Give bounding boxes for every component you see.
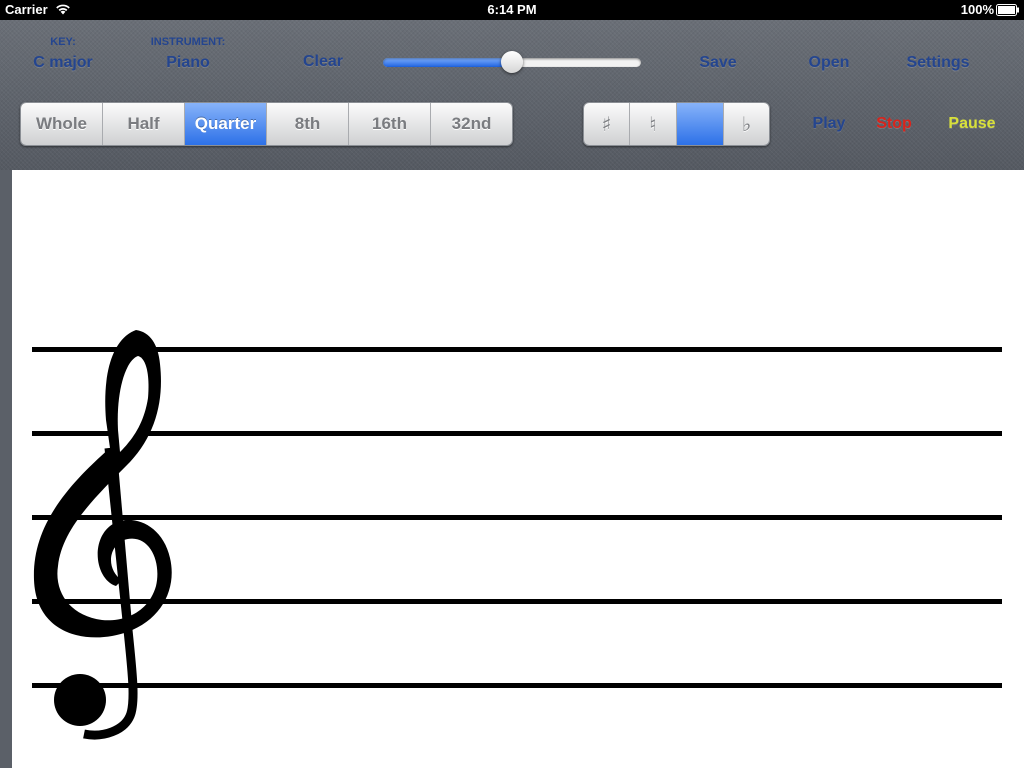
duration-whole[interactable]: Whole	[21, 103, 103, 145]
music-staff[interactable]	[12, 170, 1024, 768]
key-button[interactable]: C major	[33, 54, 93, 72]
treble-clef-icon	[33, 330, 172, 740]
natural-icon[interactable]: ♮	[630, 103, 677, 145]
clock: 6:14 PM	[487, 2, 537, 17]
open-button[interactable]: Open	[809, 54, 850, 72]
status-bar: Carrier 6:14 PM 100%	[0, 0, 1024, 20]
save-button[interactable]: Save	[699, 54, 736, 72]
toolbar: KEY: C major INSTRUMENT: Piano Clear Sav…	[0, 20, 1024, 170]
duration-8th[interactable]: 8th	[267, 103, 349, 145]
volume-slider-fill	[383, 58, 512, 67]
flat-icon[interactable]: ♭	[724, 103, 769, 145]
duration-32nd[interactable]: 32nd	[431, 103, 512, 145]
play-button[interactable]: Play	[813, 115, 846, 133]
key-label: KEY:	[50, 36, 76, 48]
instrument-button[interactable]: Piano	[166, 54, 210, 72]
accidental-segmented-control: ♯ ♮ ♭	[583, 102, 770, 146]
no-accidental-segment[interactable]	[677, 103, 724, 145]
duration-segmented-control: Whole Half Quarter 8th 16th 32nd	[20, 102, 513, 146]
pause-button[interactable]: Pause	[948, 115, 995, 133]
duration-16th[interactable]: 16th	[349, 103, 431, 145]
duration-half[interactable]: Half	[103, 103, 185, 145]
volume-slider-thumb[interactable]	[501, 51, 523, 73]
instrument-label: INSTRUMENT:	[150, 36, 226, 48]
duration-quarter[interactable]: Quarter	[185, 103, 267, 145]
sharp-icon[interactable]: ♯	[584, 103, 630, 145]
settings-button[interactable]: Settings	[906, 54, 969, 72]
clear-button[interactable]: Clear	[303, 53, 343, 71]
battery-icon	[996, 4, 1020, 19]
battery-percent: 100%	[960, 2, 994, 17]
volume-slider[interactable]	[383, 51, 641, 73]
stop-button[interactable]: Stop	[876, 115, 912, 133]
